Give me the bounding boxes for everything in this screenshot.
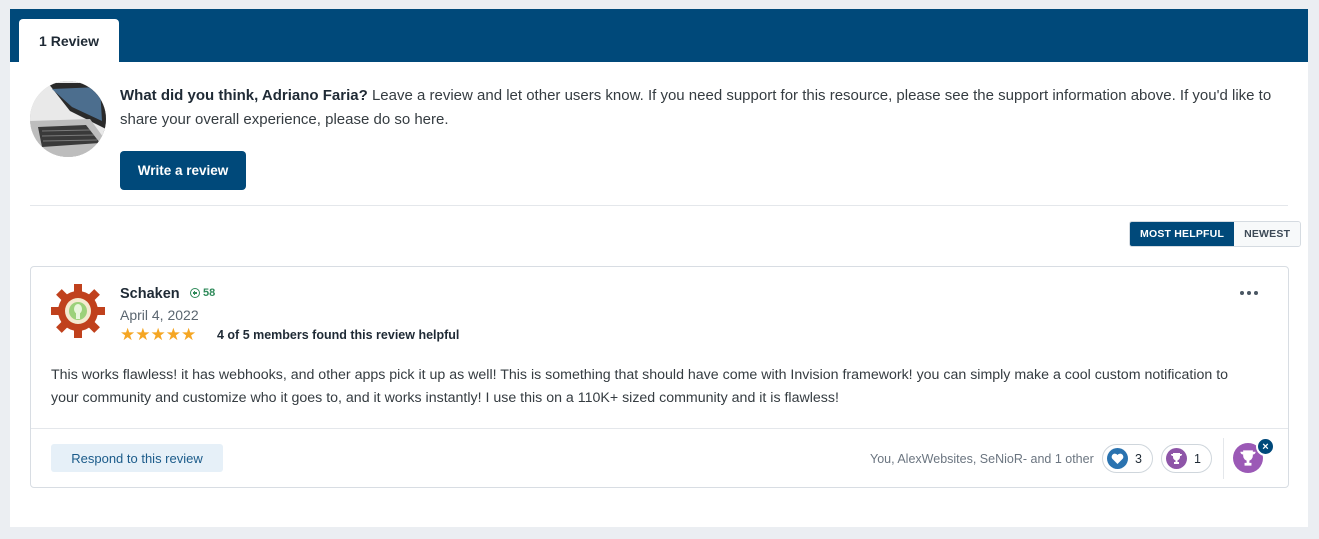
reputation-count: 58 [203, 287, 216, 299]
tab-reviews[interactable]: 1 Review [19, 19, 119, 62]
reactions-summary[interactable]: You, AlexWebsites, SeNioR- and 1 other [870, 452, 1094, 466]
divider [1223, 438, 1224, 479]
review-prompt-text: What did you think, Adriano Faria? Leave… [120, 84, 1280, 132]
reputation-badge: 58 [190, 287, 215, 299]
review-date: April 4, 2022 [120, 307, 199, 323]
tab-bar: 1 Review [10, 9, 1308, 62]
review-prompt: What did you think, Adriano Faria? Leave… [10, 62, 1308, 206]
sort-most-helpful[interactable]: MOST HELPFUL [1130, 222, 1235, 246]
author-name[interactable]: Schaken [120, 286, 180, 302]
reaction-like[interactable]: 3 [1102, 444, 1153, 473]
review-card: Schaken 58 April 4, 2022 ★★★★★ 4 of 5 me… [30, 266, 1289, 488]
trophy-icon [1240, 450, 1256, 466]
divider [30, 205, 1288, 206]
avatar[interactable] [30, 81, 106, 157]
sort-toggle: MOST HELPFUL NEWEST [1129, 221, 1302, 247]
review-body: This works flawless! it has webhooks, an… [51, 367, 1229, 406]
more-options-icon[interactable] [1240, 288, 1258, 298]
heart-icon [1107, 448, 1128, 469]
reaction-count: 3 [1135, 451, 1142, 466]
reaction-trophy[interactable]: 1 [1161, 444, 1212, 473]
reviews-panel: 1 Review What did you think, Adriano Far… [10, 9, 1308, 527]
trophy-icon [1166, 448, 1187, 469]
respond-button[interactable]: Respond to this review [51, 444, 223, 472]
reaction-count: 1 [1194, 451, 1201, 466]
author-avatar[interactable] [50, 283, 106, 339]
write-review-button[interactable]: Write a review [120, 151, 246, 190]
divider [31, 428, 1288, 429]
helpful-count: 4 of 5 members found this review helpful [217, 328, 460, 342]
close-icon[interactable]: × [1256, 437, 1275, 456]
plus-circle-icon [190, 288, 200, 298]
sort-newest[interactable]: NEWEST [1234, 222, 1301, 246]
star-rating: ★★★★★ [120, 325, 197, 344]
prompt-lead: What did you think, Adriano Faria? [120, 87, 368, 104]
